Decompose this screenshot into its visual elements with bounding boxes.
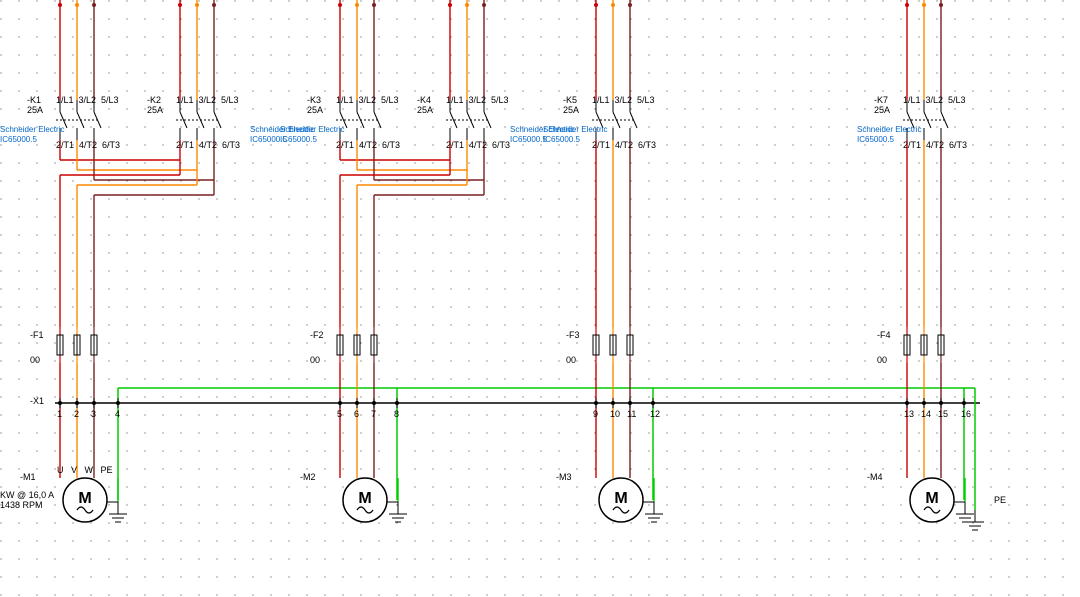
motor-phase-labels: U V W PE	[57, 465, 113, 475]
contactor-terminals-bottom: 2/T1 4/T2 6/T3	[176, 140, 240, 150]
contactor-rating: 25A	[874, 105, 890, 115]
contactor-terminals-top: 1/L1 3/L2 5/L3	[176, 95, 239, 105]
contactor-rating: 25A	[307, 105, 323, 115]
contactor-rating: 25A	[27, 105, 43, 115]
motor-id: -M1	[20, 472, 36, 482]
motor-spec: KW @ 16,0 A 1438 RPM	[0, 490, 54, 510]
contactor-model: IC65000.5	[543, 135, 580, 145]
terminal-number: 12	[650, 409, 660, 419]
terminal-number: 7	[371, 409, 376, 419]
contactor-model: IC65000.5	[0, 135, 37, 145]
contactor-terminals-bottom: 2/T1 4/T2 6/T3	[446, 140, 510, 150]
contactor-mfg: Schneider Electric	[280, 125, 344, 135]
contactor-terminals-top: 1/L1 3/L2 5/L3	[446, 95, 509, 105]
motor-id: -M3	[556, 472, 572, 482]
terminal-number: 2	[74, 409, 79, 419]
contactor-rating: 25A	[147, 105, 163, 115]
fuse-id: -F3	[566, 330, 580, 340]
contactor-terminals-bottom: 2/T1 4/T2 6/T3	[56, 140, 120, 150]
contactor-id: -K4	[417, 95, 431, 105]
terminal-number: 3	[91, 409, 96, 419]
contactor-rating: 25A	[563, 105, 579, 115]
contactor-id: -K1	[27, 95, 41, 105]
fuse-rating: 00	[30, 355, 40, 365]
terminal-number: 16	[961, 409, 971, 419]
terminal-number: 4	[115, 409, 120, 419]
contactor-mfg: Schneider Electric	[857, 125, 921, 135]
fuse-rating: 00	[566, 355, 576, 365]
contactor-terminals-bottom: 2/T1 4/T2 6/T3	[336, 140, 400, 150]
contactor-rating: 25A	[417, 105, 433, 115]
fuse-id: -F2	[310, 330, 324, 340]
terminal-number: 1	[57, 409, 62, 419]
contactor-model: IC65000.5	[857, 135, 894, 145]
terminal-number: 8	[394, 409, 399, 419]
pe-label: PE	[994, 495, 1006, 505]
terminal-id: -X1	[30, 396, 44, 406]
motor-id: -M2	[300, 472, 316, 482]
contactor-id: -K5	[563, 95, 577, 105]
contactor-terminals-top: 1/L1 3/L2 5/L3	[903, 95, 966, 105]
fuse-rating: 00	[310, 355, 320, 365]
contactor-mfg: Schneider Electric	[543, 125, 607, 135]
terminal-number: 9	[593, 409, 598, 419]
contactor-model: IC65000.5	[510, 135, 547, 145]
terminal-number: 13	[904, 409, 914, 419]
contactor-terminals-top: 1/L1 3/L2 5/L3	[56, 95, 119, 105]
contactor-model: IC65000.5	[280, 135, 317, 145]
terminal-number: 6	[354, 409, 359, 419]
contactor-terminals-bottom: 2/T1 4/T2 6/T3	[592, 140, 656, 150]
schematic-canvas: M	[0, 0, 1080, 597]
contactor-terminals-bottom: 2/T1 4/T2 6/T3	[903, 140, 967, 150]
contactor-terminals-top: 1/L1 3/L2 5/L3	[592, 95, 655, 105]
terminal-number: 11	[627, 409, 636, 419]
motor-id: -M4	[867, 472, 883, 482]
terminal-number: 15	[938, 409, 948, 419]
terminal-number: 14	[921, 409, 931, 419]
fuse-id: -F4	[877, 330, 891, 340]
fuse-rating: 00	[877, 355, 887, 365]
contactor-id: -K2	[147, 95, 161, 105]
contactor-id: -K3	[307, 95, 321, 105]
contactor-id: -K7	[874, 95, 888, 105]
contactor-mfg: Schneider Electric	[0, 125, 64, 135]
terminal-number: 5	[337, 409, 342, 419]
contactor-terminals-top: 1/L1 3/L2 5/L3	[336, 95, 399, 105]
fuse-id: -F1	[30, 330, 44, 340]
terminal-number: 10	[610, 409, 620, 419]
